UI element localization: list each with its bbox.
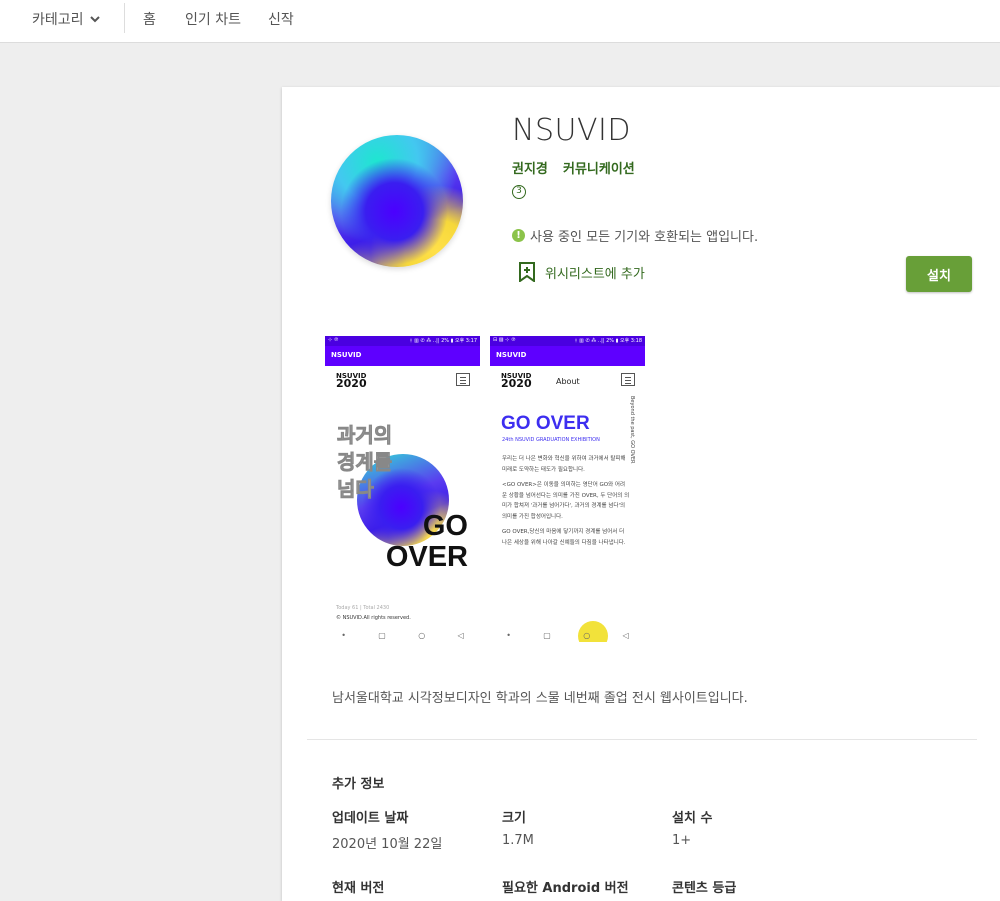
status-bar: ⊹ ℗ ᚼ ▥ ✆ ⁂ ‥|| 2% ▮ 오후 3:17 xyxy=(325,336,480,346)
status-bar: ⊟ ▨ ⊹ ℗ ᚼ ▥ ✆ ⁂ ‥|| 2% ▮ 오후 3:18 xyxy=(490,336,645,346)
headline-line: 과거의 xyxy=(337,423,393,448)
nav-top-charts-link[interactable]: 인기 차트 xyxy=(185,9,241,29)
compatibility-text: 사용 중인 모든 기기와 호환되는 앱입니다. xyxy=(530,230,759,245)
developer-link[interactable]: 권지경 xyxy=(512,158,548,177)
size-value: 1.7M xyxy=(502,833,534,848)
nav-home: ○ xyxy=(418,630,426,640)
bookmark-add-icon xyxy=(519,262,535,282)
nav-home: ○ xyxy=(583,630,591,640)
headline-line: 넘다 xyxy=(337,477,375,502)
top-nav: 카테고리 홈 인기 차트 신작 xyxy=(0,0,1000,43)
category-dropdown[interactable]: 카테고리 xyxy=(32,9,102,29)
status-left: ⊹ ℗ xyxy=(328,337,339,343)
updated-label: 업데이트 날짜 xyxy=(332,811,409,826)
screenshot-appbar: NSUVID xyxy=(490,346,645,366)
required-android-label: 필요한 Android 버전 xyxy=(502,881,629,896)
wishlist-label: 위시리스트에 추가 xyxy=(545,266,645,282)
installs-label: 설치 수 xyxy=(672,811,713,826)
status-right: ᚼ ▥ ✆ ⁂ ‥|| 2% ▮ 오후 3:18 xyxy=(574,338,642,344)
nav-dot: • xyxy=(506,630,511,640)
android-navbar: • ▢ ○ ◁ xyxy=(490,628,645,642)
go-over-headline: GO OVER xyxy=(386,511,468,573)
nav-recent: ▢ xyxy=(543,630,551,640)
additional-info-heading: 추가 정보 xyxy=(332,777,385,792)
nav-new-releases-link[interactable]: 신작 xyxy=(268,9,294,29)
about-paragraph: 우리는 더 나은 변화와 혁신을 위하여 과거에서 탈피해 미래로 도약하는 태… xyxy=(502,456,626,473)
add-to-wishlist-button[interactable]: 위시리스트에 추가 xyxy=(518,262,645,282)
footer-stats: Today 61 | Total 2430 xyxy=(336,605,390,611)
nav-home-link[interactable]: 홈 xyxy=(143,9,156,29)
compatibility-notice: ! 사용 중인 모든 기기와 호환되는 앱입니다. xyxy=(512,226,758,245)
menu-icon xyxy=(456,373,470,386)
install-button[interactable]: 설치 xyxy=(906,256,972,292)
headline-line: 경계를 xyxy=(337,450,393,475)
category-link[interactable]: 커뮤니케이션 xyxy=(563,158,635,177)
app-detail-card: NSUVID 권지경 커뮤니케이션 3 ! 사용 중인 모든 기기와 호환되는 … xyxy=(282,87,1000,901)
nav-recent: ▢ xyxy=(378,630,386,640)
section-divider xyxy=(307,739,977,740)
korean-headline: 과거의 경계를 넘다 xyxy=(337,422,393,503)
status-right: ᚼ ▥ ✆ ⁂ ‥|| 2% ▮ 오후 3:17 xyxy=(409,338,477,344)
screenshot-footer: Today 61 | Total 2430 © NSUVID.All right… xyxy=(336,603,411,623)
headline-line: GO xyxy=(422,510,468,542)
screenshot-appbar: NSUVID xyxy=(325,346,480,366)
about-body: 우리는 더 나은 변화와 혁신을 위하여 과거에서 탈피해 미래로 도약하는 태… xyxy=(502,454,630,553)
logo-year: 2020 xyxy=(501,377,532,390)
about-paragraph: <GO OVER>은 이동을 의미하는 영단어 GO와 어려운 상황을 넘어선다… xyxy=(502,482,630,520)
screenshot-logo: NSUVID 2020 xyxy=(336,372,367,390)
screenshot-2[interactable]: ⊟ ▨ ⊹ ℗ ᚼ ▥ ✆ ⁂ ‥|| 2% ▮ 오후 3:18 NSUVID … xyxy=(490,336,645,642)
nav-dot: • xyxy=(341,630,346,640)
app-title: NSUVID xyxy=(512,113,631,148)
exhibition-subtitle: 24th NSUVID GRADUATION EXHIBITION xyxy=(502,437,600,443)
size-label: 크기 xyxy=(502,811,526,826)
status-left: ⊟ ▨ ⊹ ℗ xyxy=(493,337,516,343)
category-label: 카테고리 xyxy=(32,12,84,28)
current-version-label: 현재 버전 xyxy=(332,881,385,896)
info-icon: ! xyxy=(512,229,525,242)
app-icon xyxy=(331,135,463,267)
menu-icon xyxy=(621,373,635,386)
about-paragraph: GO OVER,당신의 마음에 닿기까지 경계를 넘어서 더 나은 세상을 위해… xyxy=(502,529,626,546)
chevron-down-icon xyxy=(89,16,100,23)
headline-line: OVER xyxy=(385,541,468,573)
nav-back: ◁ xyxy=(622,630,629,640)
screenshot-logo: NSUVID 2020 xyxy=(501,372,532,390)
installs-value: 1+ xyxy=(672,833,692,848)
content-rating-badge: 3 xyxy=(512,185,526,199)
logo-year: 2020 xyxy=(336,377,367,390)
screenshot-1[interactable]: ⊹ ℗ ᚼ ▥ ✆ ⁂ ‥|| 2% ▮ 오후 3:17 NSUVID NSUV… xyxy=(325,336,480,642)
footer-copyright: © NSUVID.All rights reserved. xyxy=(336,615,411,621)
app-description: 남서울대학교 시각정보디자인 학과의 스물 네번째 졸업 전시 웹사이트입니다. xyxy=(332,691,748,706)
nav-back: ◁ xyxy=(457,630,464,640)
android-navbar: • ▢ ○ ◁ xyxy=(325,628,480,642)
content-rating-label: 콘텐츠 등급 xyxy=(672,881,737,896)
updated-value: 2020년 10월 22일 xyxy=(332,837,443,852)
about-label: About xyxy=(556,377,580,386)
nav-divider xyxy=(124,3,125,33)
go-over-title: GO OVER xyxy=(501,413,590,434)
